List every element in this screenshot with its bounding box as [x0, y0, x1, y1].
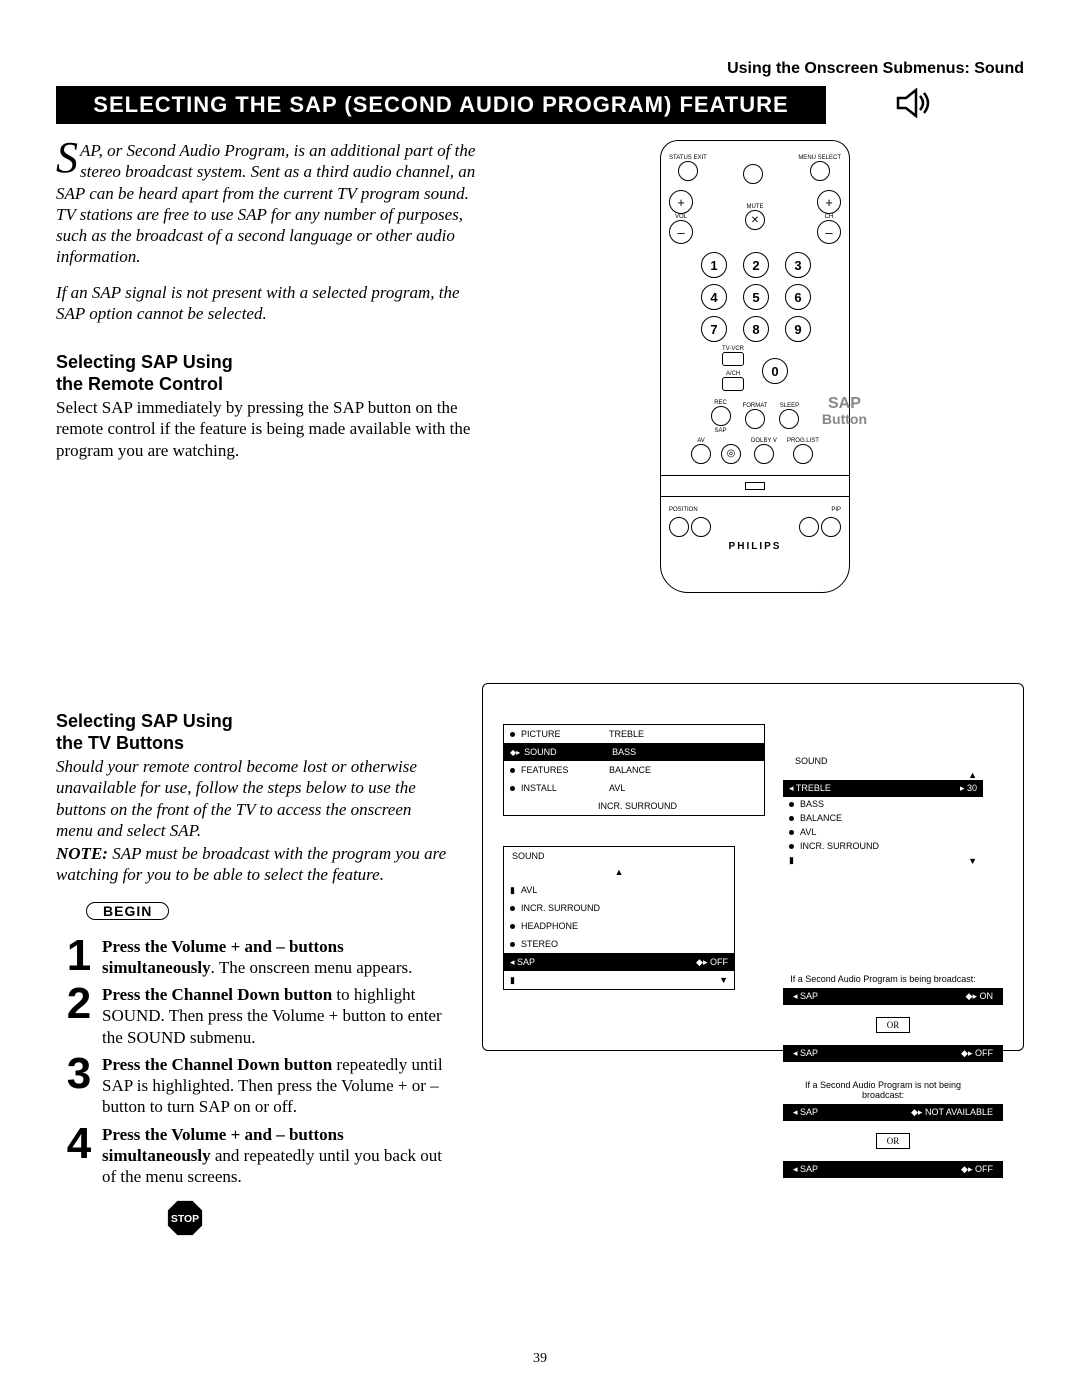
brand-label: PHILIPS [669, 541, 841, 552]
section1-paragraph: Select SAP immediately by pressing the S… [56, 397, 486, 461]
vol-down-button: – [669, 220, 693, 244]
step-3-number: 3 [56, 1054, 102, 1094]
step-4-number: 4 [56, 1124, 102, 1164]
drop-cap: S [56, 140, 80, 175]
intro-note: If an SAP signal is not present with a s… [56, 282, 486, 325]
dolby-button [754, 444, 774, 464]
step-2: 2 Press the Channel Down button to highl… [56, 984, 452, 1048]
intro-paragraph: SAP, or Second Audio Program, is an addi… [56, 140, 486, 268]
num-3: 3 [785, 252, 811, 278]
page-title: SELECTING THE SAP (SECOND AUDIO PROGRAM)… [56, 86, 826, 124]
num-4: 4 [701, 284, 727, 310]
rec-button [711, 406, 731, 426]
section-heading-tv-buttons: Selecting SAP Usingthe TV Buttons [56, 711, 452, 754]
stop-icon: STOP [166, 1199, 204, 1237]
step-4: 4 Press the Volume + and – buttons simul… [56, 1124, 452, 1188]
step-3: 3 Press the Channel Down button repeated… [56, 1054, 452, 1118]
broadcast-states: If a Second Audio Program is being broad… [783, 964, 1003, 1178]
main-menu: PICTURETREBLE ◆▸SOUNDBASS FEATURESBALANC… [503, 724, 765, 816]
num-9: 9 [785, 316, 811, 342]
ch-up-button: + [817, 190, 841, 214]
section2-intro: Should your remote control become lost o… [56, 756, 452, 841]
status-exit-button [678, 161, 698, 181]
vol-up-button: + [669, 190, 693, 214]
position-label: POSITION [669, 507, 698, 513]
title-text: SELECTING THE SAP (SECOND AUDIO PROGRAM)… [93, 92, 788, 117]
num-7: 7 [701, 316, 727, 342]
sap-label: SAP [711, 428, 731, 434]
num-0: 0 [762, 358, 788, 384]
slot-icon [745, 482, 765, 490]
num-6: 6 [785, 284, 811, 310]
num-1: 1 [701, 252, 727, 278]
menu-select-button [810, 161, 830, 181]
sound-wave-icon [896, 88, 936, 123]
step-1-number: 1 [56, 936, 102, 976]
ch-down-button: – [817, 220, 841, 244]
sound-submenu: SOUND ▲ ▮ AVL INCR. SURROUND HEADPHONE S… [503, 846, 735, 990]
page-number: 39 [0, 1351, 1080, 1367]
section2-note: NOTE: SAP must be broadcast with the pro… [56, 843, 452, 886]
pip-2 [821, 517, 841, 537]
pos-1 [669, 517, 689, 537]
num-5: 5 [743, 284, 769, 310]
step-1: 1 Press the Volume + and – buttons simul… [56, 936, 452, 979]
center-button: ◎ [721, 444, 741, 464]
sleep-button [779, 409, 799, 429]
sound-panel-title: SOUND [783, 754, 983, 770]
num-2: 2 [743, 252, 769, 278]
pos-2 [691, 517, 711, 537]
num-8: 8 [743, 316, 769, 342]
step-2-number: 2 [56, 984, 102, 1024]
begin-label: BEGIN [86, 902, 169, 920]
power-button [743, 164, 763, 184]
stop-text: STOP [171, 1214, 199, 1225]
remote-control-diagram: STATUS EXIT MENU SELECT + VOL – [660, 140, 850, 593]
sound-adjust-panel: SOUND ▲ ◂ TREBLE▸ 30 BASS BALANCE AVL IN… [783, 754, 983, 868]
mute-label: MUTE [745, 204, 765, 210]
section-heading-remote: Selecting SAP Usingthe Remote Control [56, 352, 486, 395]
breadcrumb: Using the Onscreen Submenus: Sound [56, 60, 1024, 78]
proglist-button [793, 444, 813, 464]
pip-label: PIP [831, 507, 841, 513]
number-pad: 1 2 3 4 5 6 7 8 9 [669, 252, 841, 342]
ach-button [722, 377, 744, 391]
tv-screen-diagram: PICTURETREBLE ◆▸SOUNDBASS FEATURESBALANC… [482, 683, 1024, 1051]
sap-button-callout: SAPButton [822, 396, 867, 428]
mute-button: ✕ [745, 210, 765, 230]
pip-1 [799, 517, 819, 537]
intro-text: AP, or Second Audio Program, is an addit… [56, 141, 475, 266]
format-button [745, 409, 765, 429]
tv-vcr-button [722, 352, 744, 366]
av-button [691, 444, 711, 464]
